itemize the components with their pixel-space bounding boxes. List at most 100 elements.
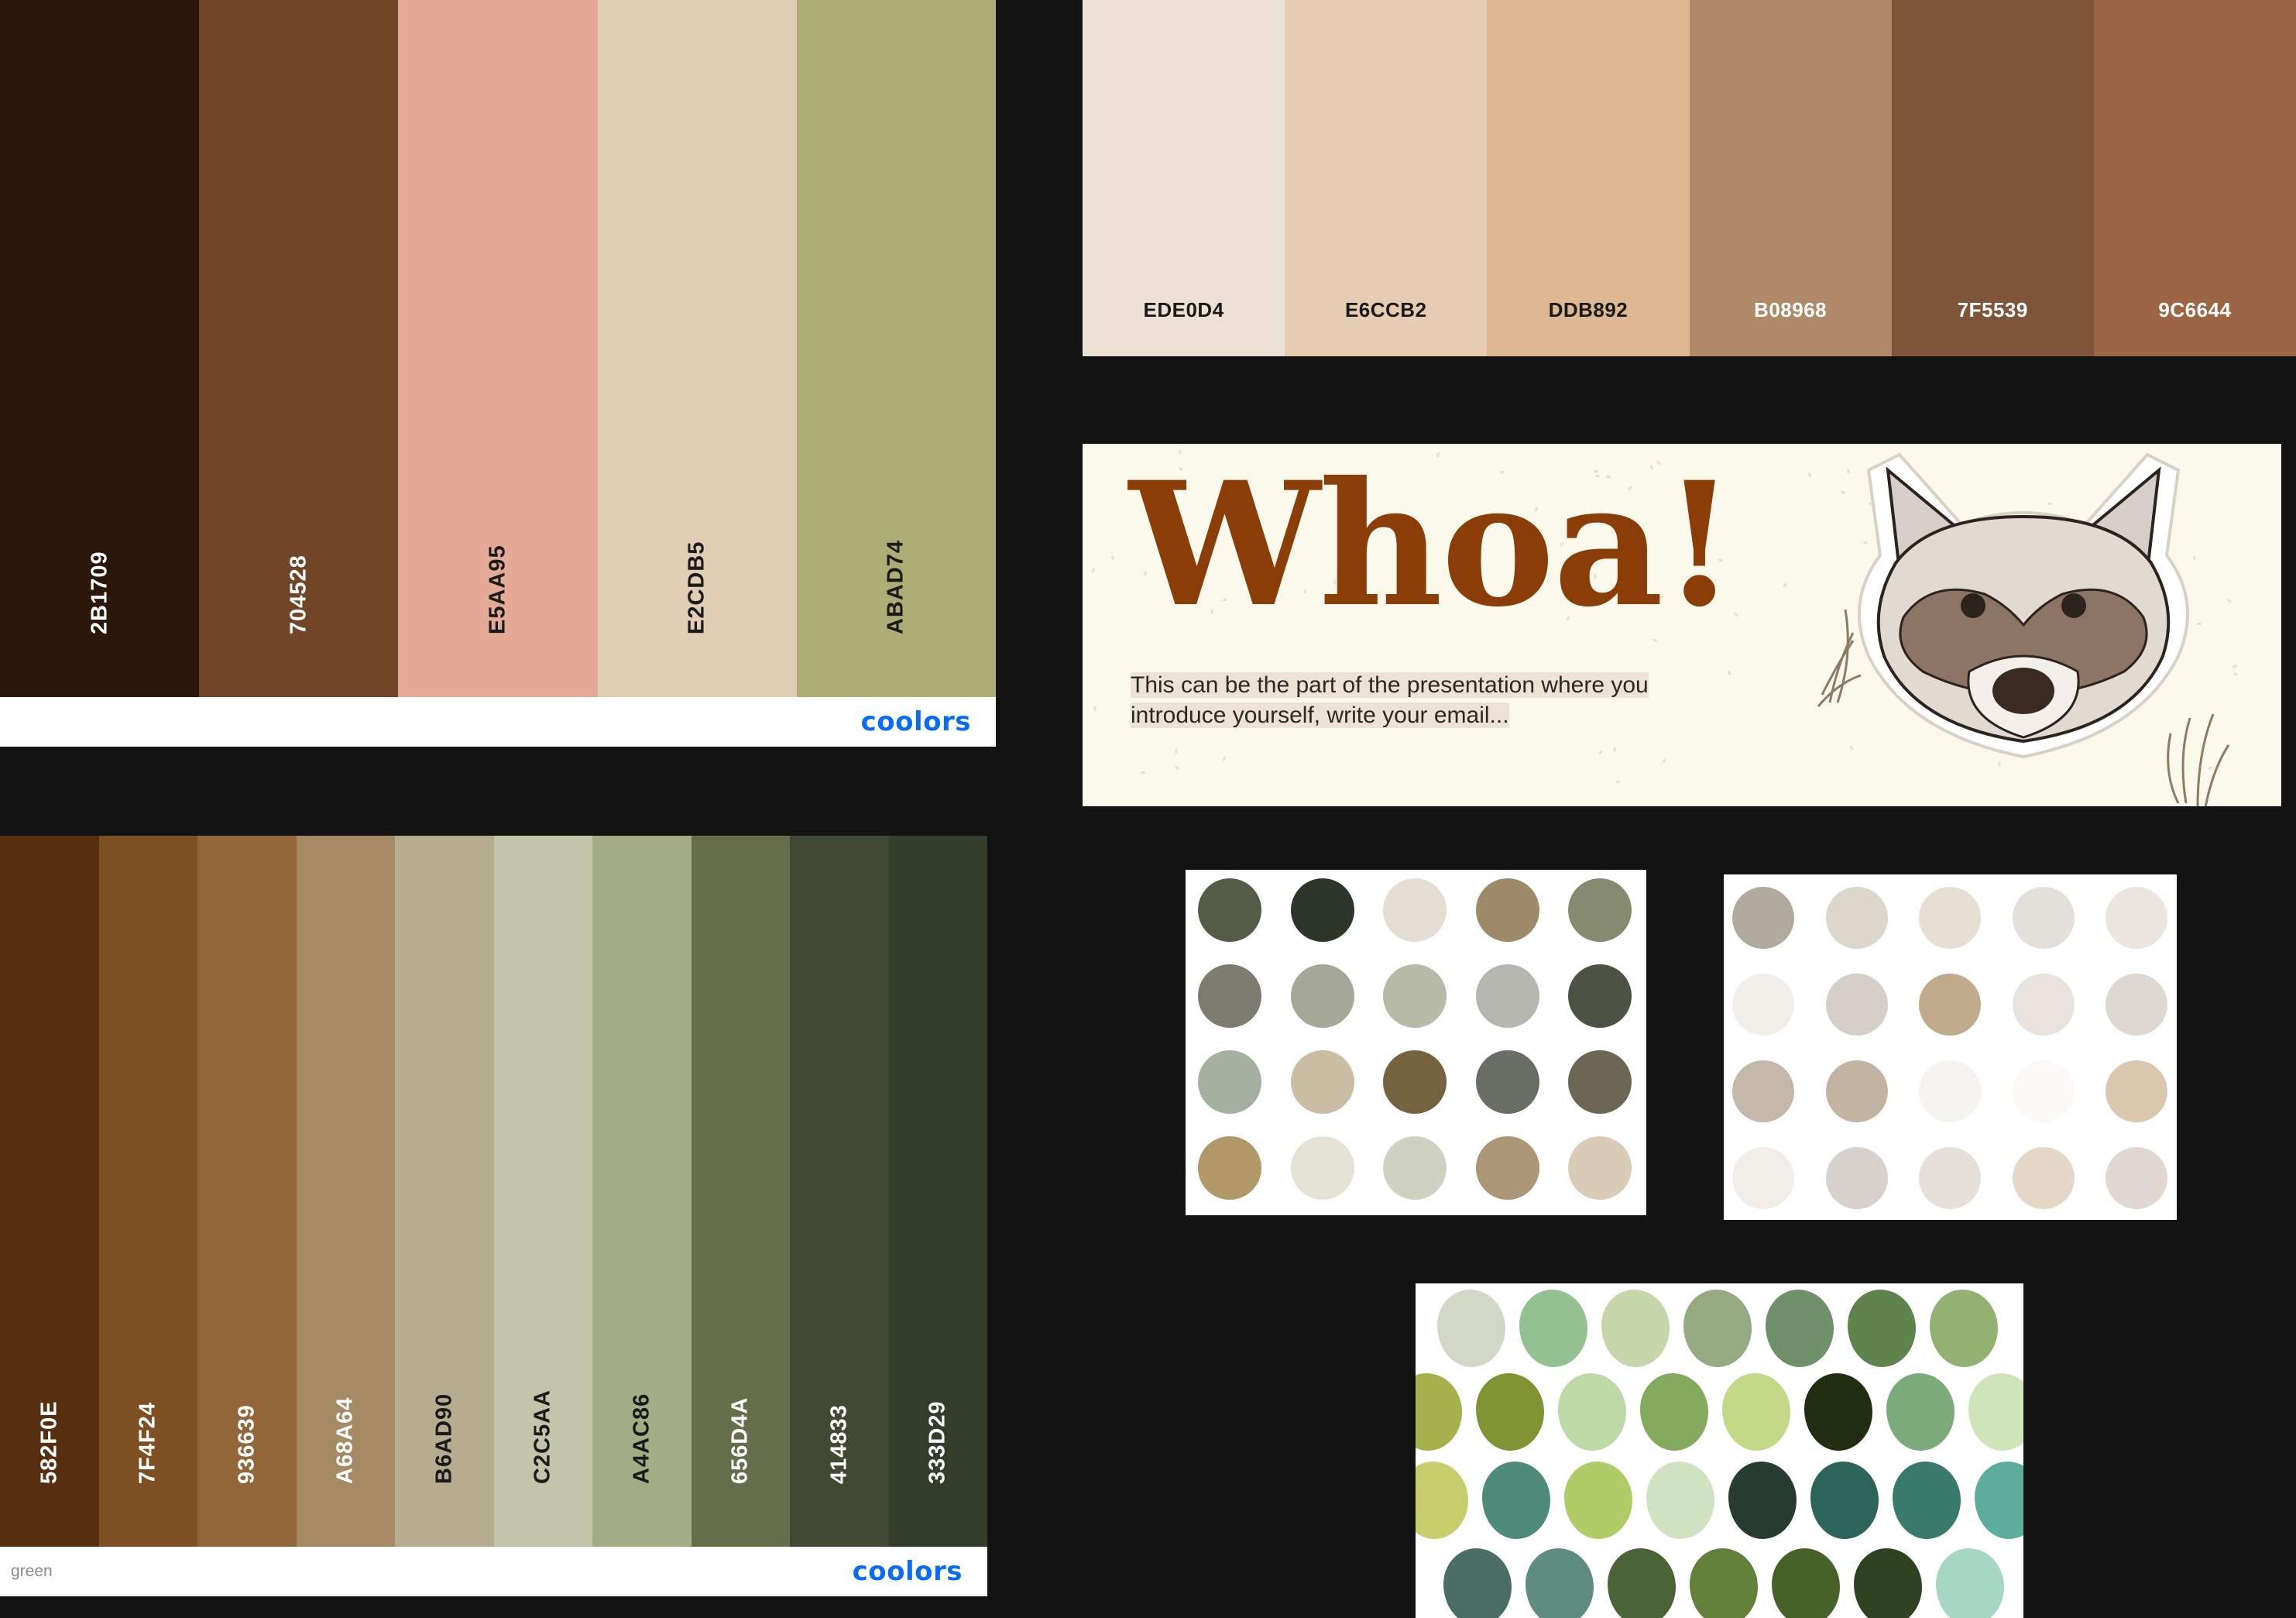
color-dot[interactable] <box>1919 1147 1981 1209</box>
color-dot[interactable] <box>1290 1050 1354 1114</box>
color-blob[interactable] <box>1646 1462 1714 1539</box>
color-dot[interactable] <box>1198 1050 1261 1114</box>
color-dot[interactable] <box>2012 1060 2075 1122</box>
neutral-swatch[interactable]: 7F5539 <box>1891 0 2094 356</box>
color-dot[interactable] <box>1290 964 1354 1028</box>
color-blob[interactable] <box>1772 1548 1840 1618</box>
color-blob[interactable] <box>1482 1462 1550 1539</box>
color-dot[interactable] <box>1383 964 1447 1028</box>
color-blob[interactable] <box>1519 1290 1587 1367</box>
color-dot[interactable] <box>1290 1136 1354 1200</box>
color-dot[interactable] <box>1825 1147 1888 1209</box>
neutral-swatch[interactable]: E6CCB2 <box>1285 0 1488 356</box>
color-dot[interactable] <box>1732 887 1794 949</box>
color-blob[interactable] <box>1416 1462 1468 1539</box>
color-blob[interactable] <box>1810 1462 1879 1539</box>
color-dot[interactable] <box>1383 1136 1447 1200</box>
color-dot[interactable] <box>1383 1050 1447 1114</box>
color-blob[interactable] <box>1975 1462 2023 1539</box>
color-dot[interactable] <box>1290 878 1354 942</box>
green-swatch[interactable]: 414833 <box>790 836 889 1547</box>
color-dot[interactable] <box>2012 1147 2075 1209</box>
color-blob[interactable] <box>1416 1373 1462 1451</box>
color-blob[interactable] <box>1564 1462 1632 1539</box>
hex-code-label: EDE0D4 <box>1143 298 1224 321</box>
color-dot[interactable] <box>2106 1147 2167 1209</box>
color-dot[interactable] <box>2012 974 2075 1036</box>
color-dot[interactable] <box>1198 878 1261 942</box>
color-dot[interactable] <box>1383 878 1447 942</box>
color-dot[interactable] <box>1198 964 1261 1028</box>
palette-green-footer: green coolors <box>0 1547 987 1596</box>
color-dot[interactable] <box>1732 1147 1794 1209</box>
color-dot[interactable] <box>1568 1050 1632 1114</box>
color-dot[interactable] <box>1475 878 1539 942</box>
green-swatch[interactable]: 936639 <box>197 836 297 1547</box>
neutral-swatch[interactable]: B08968 <box>1689 0 1892 356</box>
color-blob[interactable] <box>1728 1462 1797 1539</box>
brown-swatch[interactable]: 704528 <box>199 0 399 697</box>
color-dot[interactable] <box>1732 1060 1794 1122</box>
color-dot[interactable] <box>1919 887 1981 949</box>
color-blob[interactable] <box>1640 1373 1708 1451</box>
green-swatch[interactable]: 582F0E <box>0 836 99 1547</box>
green-swatch[interactable]: 656D4A <box>691 836 790 1547</box>
color-dot[interactable] <box>1198 1136 1261 1200</box>
color-blob[interactable] <box>1526 1548 1594 1618</box>
green-swatch[interactable]: A4AC86 <box>592 836 692 1547</box>
color-blob[interactable] <box>1930 1290 1998 1367</box>
brown-swatch[interactable]: E2CDB5 <box>597 0 797 697</box>
color-blob[interactable] <box>1848 1290 1916 1367</box>
color-dot[interactable] <box>2012 887 2075 949</box>
color-blob[interactable] <box>1601 1290 1670 1367</box>
brown-swatch[interactable]: 2B1709 <box>0 0 200 697</box>
neutral-swatch[interactable]: EDE0D4 <box>1083 0 1285 356</box>
color-dot[interactable] <box>1475 964 1539 1028</box>
color-blob[interactable] <box>1476 1373 1544 1451</box>
color-blob[interactable] <box>1968 1373 2023 1451</box>
color-blob[interactable] <box>1893 1462 1961 1539</box>
hex-code-label: E5AA95 <box>485 544 510 634</box>
color-dot[interactable] <box>1825 1060 1888 1122</box>
brown-swatch[interactable]: E5AA95 <box>398 0 598 697</box>
color-blob[interactable] <box>1722 1373 1790 1451</box>
palette-green-swatches: 582F0E 7F4F24 936639 A68A64 B6AD90 C2C5AA A4AC… <box>0 836 987 1547</box>
color-dot[interactable] <box>1919 974 1981 1036</box>
green-swatch[interactable]: 7F4F24 <box>98 836 197 1547</box>
color-dot[interactable] <box>1919 1060 1981 1122</box>
whoa-slide-card: Whoa! This can be the part of the presen… <box>1083 444 2281 806</box>
color-blob[interactable] <box>1443 1548 1512 1618</box>
color-dot[interactable] <box>1825 887 1888 949</box>
color-blob[interactable] <box>1437 1290 1505 1367</box>
green-swatch[interactable]: B6AD90 <box>395 836 494 1547</box>
palette-name[interactable]: green <box>11 1562 53 1581</box>
color-dot[interactable] <box>1475 1050 1539 1114</box>
color-dot[interactable] <box>2106 887 2167 949</box>
color-blob[interactable] <box>1558 1373 1626 1451</box>
color-blob[interactable] <box>1766 1290 1834 1367</box>
color-dot[interactable] <box>1825 974 1888 1036</box>
neutral-swatch[interactable]: 9C6644 <box>2093 0 2296 356</box>
coolors-logo[interactable]: coolors <box>853 1556 963 1587</box>
color-dot[interactable] <box>2106 1060 2167 1122</box>
green-swatch[interactable]: A68A64 <box>296 836 395 1547</box>
color-blob[interactable] <box>1886 1373 1955 1451</box>
green-swatch[interactable]: C2C5AA <box>493 836 592 1547</box>
green-swatch[interactable]: 333D29 <box>888 836 987 1547</box>
neutral-swatch[interactable]: DDB892 <box>1487 0 1690 356</box>
color-blob[interactable] <box>1683 1290 1752 1367</box>
color-blob[interactable] <box>1608 1548 1676 1618</box>
coolors-logo[interactable]: coolors <box>861 706 971 737</box>
color-blob[interactable] <box>1804 1373 1872 1451</box>
color-dot[interactable] <box>1568 878 1632 942</box>
color-dot[interactable] <box>1732 974 1794 1036</box>
brown-swatch[interactable]: ABAD74 <box>796 0 997 697</box>
palette-brown-footer: coolors <box>0 697 996 747</box>
color-dot[interactable] <box>1568 964 1632 1028</box>
color-dot[interactable] <box>1475 1136 1539 1200</box>
color-dot[interactable] <box>2106 974 2167 1036</box>
color-dot[interactable] <box>1568 1136 1632 1200</box>
color-blob[interactable] <box>1936 1548 2004 1618</box>
color-blob[interactable] <box>1854 1548 1922 1618</box>
color-blob[interactable] <box>1690 1548 1758 1618</box>
